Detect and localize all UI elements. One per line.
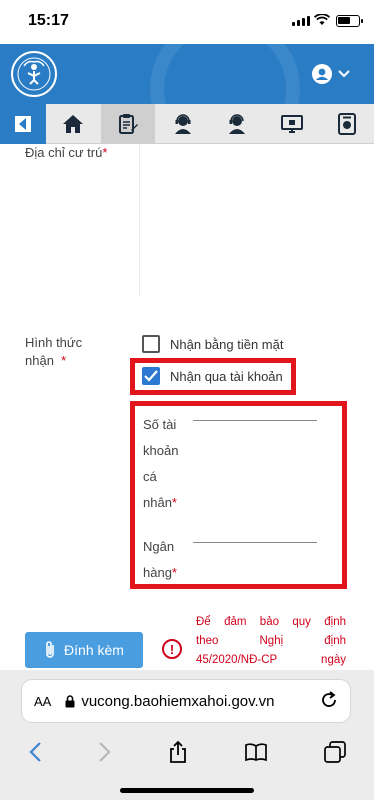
option-cash[interactable]: Nhận bằng tiền mặt	[142, 335, 283, 353]
wifi-icon	[314, 14, 330, 25]
bhxh-logo	[11, 51, 57, 97]
account-checkbox[interactable]	[142, 367, 160, 385]
home-icon	[63, 115, 84, 133]
status-bar: 15:17	[0, 0, 374, 44]
receive-method-label: Hình thức nhận *	[25, 335, 83, 368]
home-indicator	[120, 788, 254, 793]
camera-icon	[337, 113, 356, 135]
support-agent-icon	[174, 114, 191, 134]
warning-icon: !	[162, 639, 182, 659]
tab-camera[interactable]	[319, 104, 374, 144]
account-number-input[interactable]	[193, 420, 317, 421]
tab-monitor[interactable]	[265, 104, 320, 144]
cellular-signal-icon	[292, 16, 310, 26]
user-avatar-icon	[312, 64, 332, 84]
cash-checkbox[interactable]	[142, 335, 160, 353]
monitor-icon	[281, 115, 304, 133]
address-label: Địa chỉ cư trú*	[25, 145, 108, 160]
url-text: vucong.baohiemxahoi.gov.vn	[81, 692, 275, 710]
bookmarks-icon[interactable]	[244, 742, 268, 762]
tab-support-2[interactable]	[210, 104, 265, 144]
reload-icon[interactable]	[320, 691, 338, 709]
paperclip-icon	[46, 641, 54, 658]
address-bar[interactable]: AA vucong.baohiemxahoi.gov.vn	[22, 680, 350, 722]
forward-icon[interactable]	[98, 741, 112, 763]
profile-menu[interactable]	[312, 64, 350, 84]
bank-label: Ngân hàng*	[143, 539, 177, 580]
battery-icon	[336, 15, 363, 27]
registration-form: Địa chỉ cư trú* Hình thức nhận * Nhận bằ…	[0, 144, 374, 664]
back-arrow-icon	[15, 116, 31, 132]
collapse-menu-button[interactable]	[0, 104, 46, 144]
bank-input[interactable]	[193, 542, 317, 543]
tab-home[interactable]	[46, 104, 101, 144]
option-account[interactable]: Nhận qua tài khoản	[142, 367, 283, 385]
back-icon[interactable]	[28, 741, 42, 763]
status-time: 15:17	[28, 12, 69, 29]
document-edit-icon	[119, 114, 138, 134]
browser-toolbar	[0, 732, 374, 772]
tabs-icon[interactable]	[324, 741, 346, 763]
attach-button[interactable]: Đính kèm	[25, 632, 143, 668]
tab-support-1[interactable]	[155, 104, 210, 144]
account-number-label: Số tài khoản cá nhân*	[143, 417, 179, 510]
tab-documents[interactable]	[100, 104, 156, 144]
app-header	[0, 44, 374, 104]
lock-icon	[65, 694, 75, 707]
regulation-note: Để đảm bảo quy định theo Nghị định 45/20…	[196, 616, 346, 666]
address-field-divider	[139, 144, 140, 296]
chevron-down-icon	[338, 70, 350, 78]
checkmark-icon	[144, 370, 158, 382]
support-agent-icon	[229, 114, 246, 134]
tab-bar	[0, 104, 374, 144]
share-icon[interactable]	[168, 740, 188, 764]
reader-text-size-button[interactable]: AA	[34, 694, 51, 709]
